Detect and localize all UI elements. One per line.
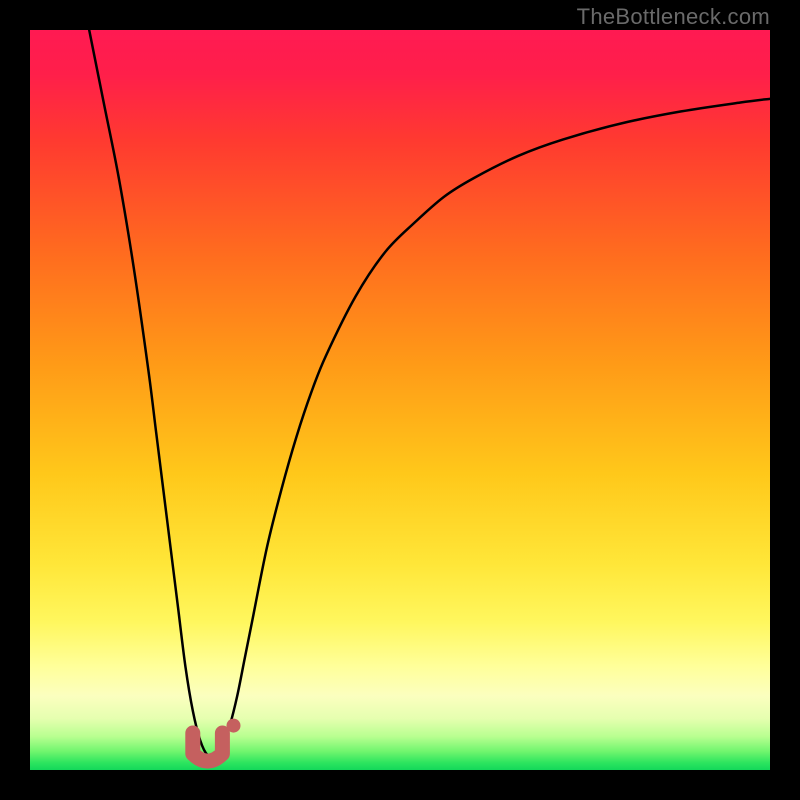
- plot-area: [30, 30, 770, 770]
- chart-svg: [30, 30, 770, 770]
- extra-marker-dot: [227, 719, 241, 733]
- chart-frame: TheBottleneck.com: [0, 0, 800, 800]
- attribution-label: TheBottleneck.com: [577, 4, 770, 30]
- optimum-u-marker: [193, 733, 223, 761]
- bottleneck-curve: [89, 30, 770, 757]
